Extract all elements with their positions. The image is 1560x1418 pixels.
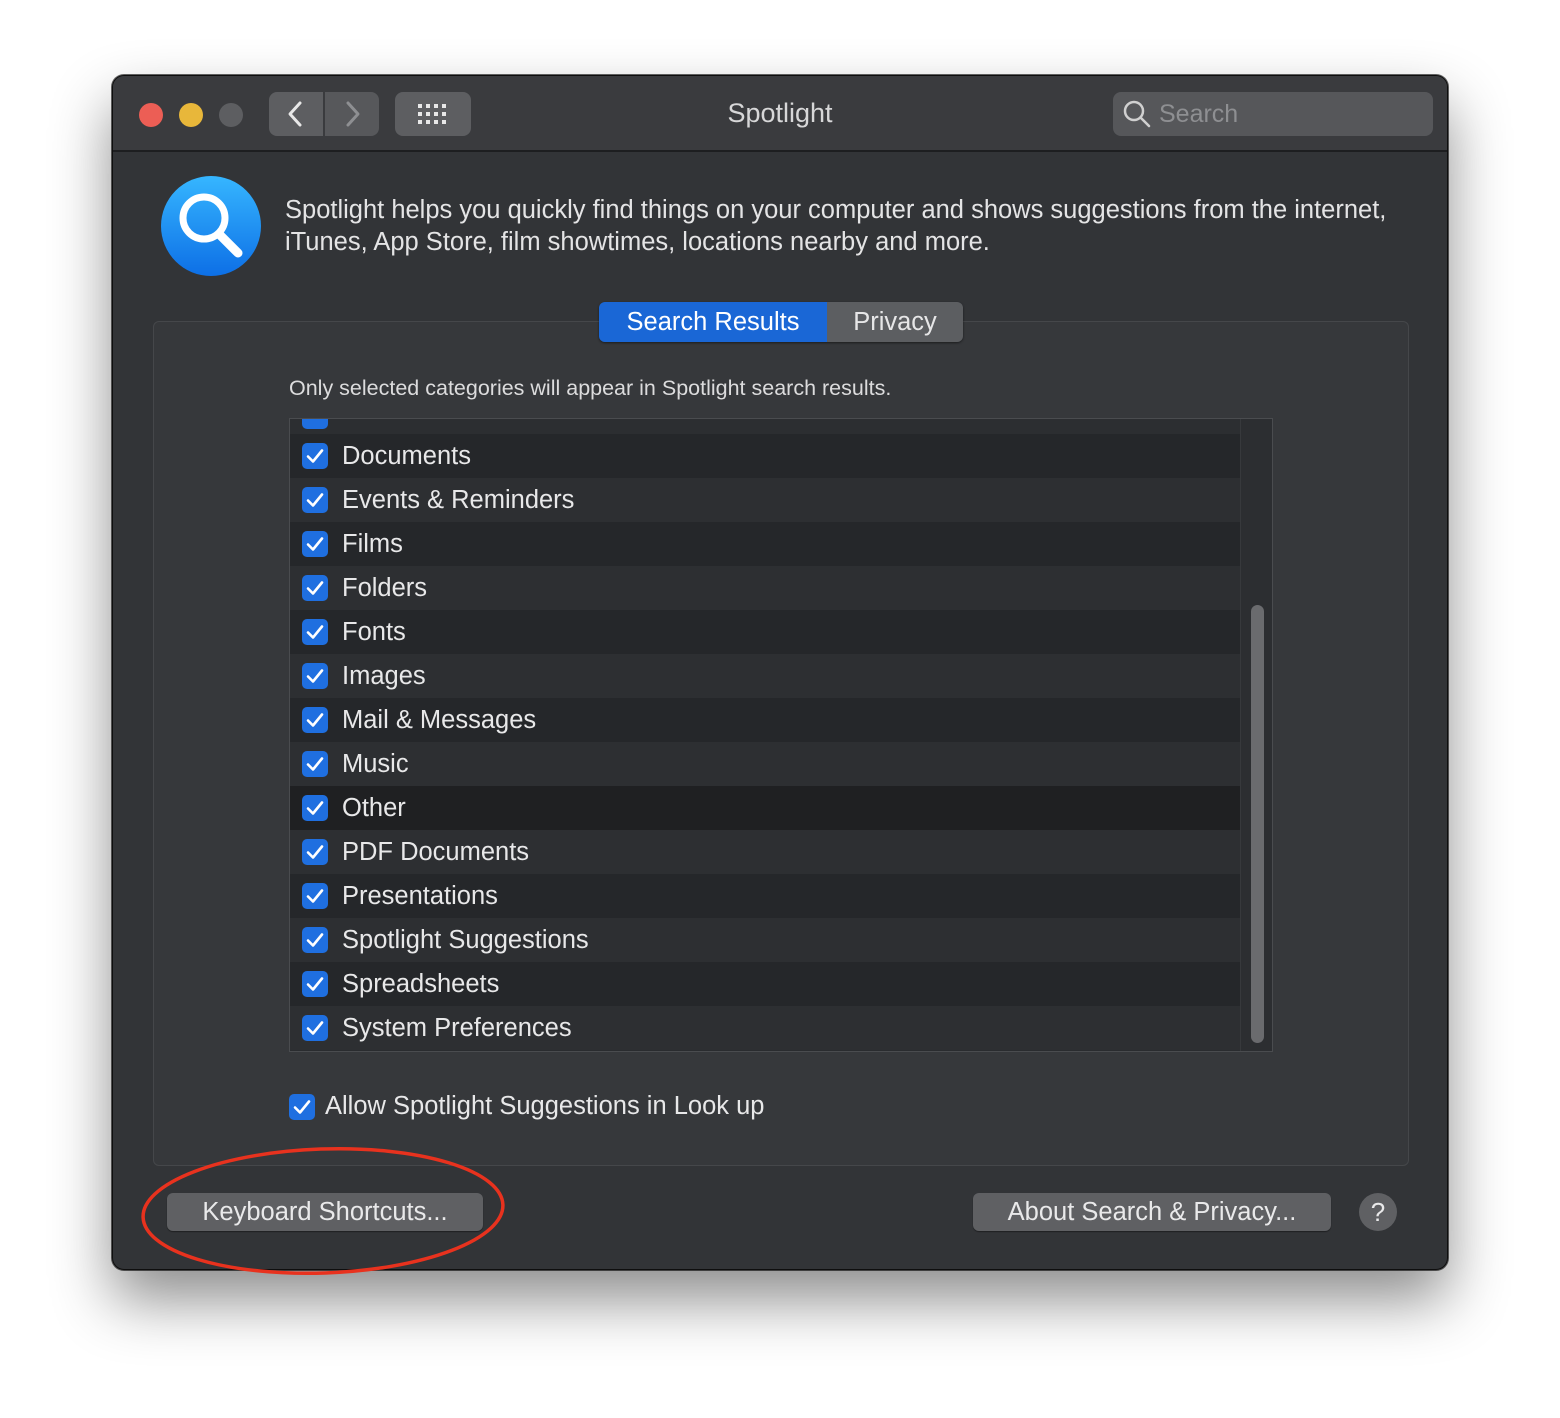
category-label: Spotlight Suggestions <box>342 925 589 954</box>
checkmark-icon <box>306 713 324 727</box>
category-label: Films <box>342 529 403 558</box>
category-label: Spreadsheets <box>342 969 500 998</box>
category-checkbox[interactable] <box>302 663 328 689</box>
list-item[interactable]: Other <box>290 786 1240 830</box>
scrollbar-track[interactable] <box>1240 419 1272 1051</box>
tab-privacy[interactable]: Privacy <box>827 302 963 342</box>
tab-search-results[interactable]: Search Results <box>599 302 827 342</box>
list-item[interactable]: Films <box>290 522 1240 566</box>
category-label: System Preferences <box>342 1013 572 1042</box>
list-item[interactable]: Mail & Messages <box>290 698 1240 742</box>
category-checkbox[interactable] <box>302 1015 328 1041</box>
scrollbar-thumb[interactable] <box>1251 605 1264 1043</box>
title-bar: Spotlight <box>113 76 1447 152</box>
checkmark-icon <box>306 669 324 683</box>
list-item[interactable]: Spreadsheets <box>290 962 1240 1006</box>
checkmark-icon <box>306 801 324 815</box>
checkmark-icon <box>306 581 324 595</box>
checkmark-icon <box>306 933 324 947</box>
category-label: Events & Reminders <box>342 485 575 514</box>
checkmark-icon <box>306 625 324 639</box>
list-item[interactable]: Fonts <box>290 610 1240 654</box>
list-item[interactable]: Documents <box>290 434 1240 478</box>
categories-list[interactable]: Documents Events & Reminders Films Folders F… <box>289 418 1273 1052</box>
category-checkbox[interactable] <box>302 575 328 601</box>
category-label: Presentations <box>342 881 498 910</box>
category-checkbox[interactable] <box>302 883 328 909</box>
keyboard-shortcuts-button[interactable]: Keyboard Shortcuts... <box>167 1193 483 1231</box>
list-item[interactable]: Folders <box>290 566 1240 610</box>
search-input[interactable] <box>1159 99 1419 129</box>
category-label: Mail & Messages <box>342 705 537 734</box>
checkmark-icon <box>306 845 324 859</box>
category-rows: Documents Events & Reminders Films Folders F… <box>290 434 1240 1050</box>
checkmark-icon <box>306 493 324 507</box>
help-button[interactable]: ? <box>1359 1193 1397 1231</box>
checkmark-icon <box>306 757 324 771</box>
category-label: Documents <box>342 441 471 470</box>
description-text: Spotlight helps you quickly find things … <box>285 196 1387 256</box>
checkmark-icon <box>306 449 324 463</box>
list-item-partial <box>290 419 1240 434</box>
category-label: Images <box>342 661 426 690</box>
tab-bar: Search Results Privacy <box>599 302 963 342</box>
category-checkbox[interactable] <box>302 751 328 777</box>
checkbox-partial[interactable] <box>302 419 328 429</box>
category-checkbox[interactable] <box>302 927 328 953</box>
category-label: Music <box>342 749 409 778</box>
list-item[interactable]: Images <box>290 654 1240 698</box>
category-checkbox[interactable] <box>302 839 328 865</box>
list-item[interactable]: System Preferences <box>290 1006 1240 1050</box>
category-label: Folders <box>342 573 428 602</box>
category-label: Other <box>342 793 406 822</box>
preferences-window: Spotlight Spotlight helps you quickly fi… <box>112 75 1448 1270</box>
list-item[interactable]: Spotlight Suggestions <box>290 918 1240 962</box>
category-checkbox[interactable] <box>302 707 328 733</box>
category-checkbox[interactable] <box>302 531 328 557</box>
about-search-privacy-button[interactable]: About Search & Privacy... <box>973 1193 1331 1231</box>
checkmark-icon <box>293 1099 311 1114</box>
category-label: Fonts <box>342 617 406 646</box>
checkmark-icon <box>306 1021 324 1035</box>
category-checkbox[interactable] <box>302 795 328 821</box>
list-item[interactable]: Music <box>290 742 1240 786</box>
allow-lookup-option[interactable]: Allow Spotlight Suggestions in Look up <box>289 1092 764 1121</box>
search-icon <box>1123 100 1151 128</box>
category-checkbox[interactable] <box>302 971 328 997</box>
list-item[interactable]: Events & Reminders <box>290 478 1240 522</box>
search-field[interactable] <box>1113 92 1433 136</box>
checkmark-icon <box>306 889 324 903</box>
list-item[interactable]: PDF Documents <box>290 830 1240 874</box>
spotlight-app-icon <box>161 176 261 276</box>
category-checkbox[interactable] <box>302 487 328 513</box>
categories-hint: Only selected categories will appear in … <box>289 376 892 400</box>
category-label: PDF Documents <box>342 837 530 866</box>
allow-lookup-checkbox[interactable] <box>289 1093 315 1120</box>
checkmark-icon <box>306 977 324 991</box>
list-item[interactable]: Presentations <box>290 874 1240 918</box>
category-checkbox[interactable] <box>302 443 328 469</box>
category-checkbox[interactable] <box>302 619 328 645</box>
checkmark-icon <box>306 537 324 551</box>
allow-lookup-label: Allow Spotlight Suggestions in Look up <box>325 1092 765 1120</box>
